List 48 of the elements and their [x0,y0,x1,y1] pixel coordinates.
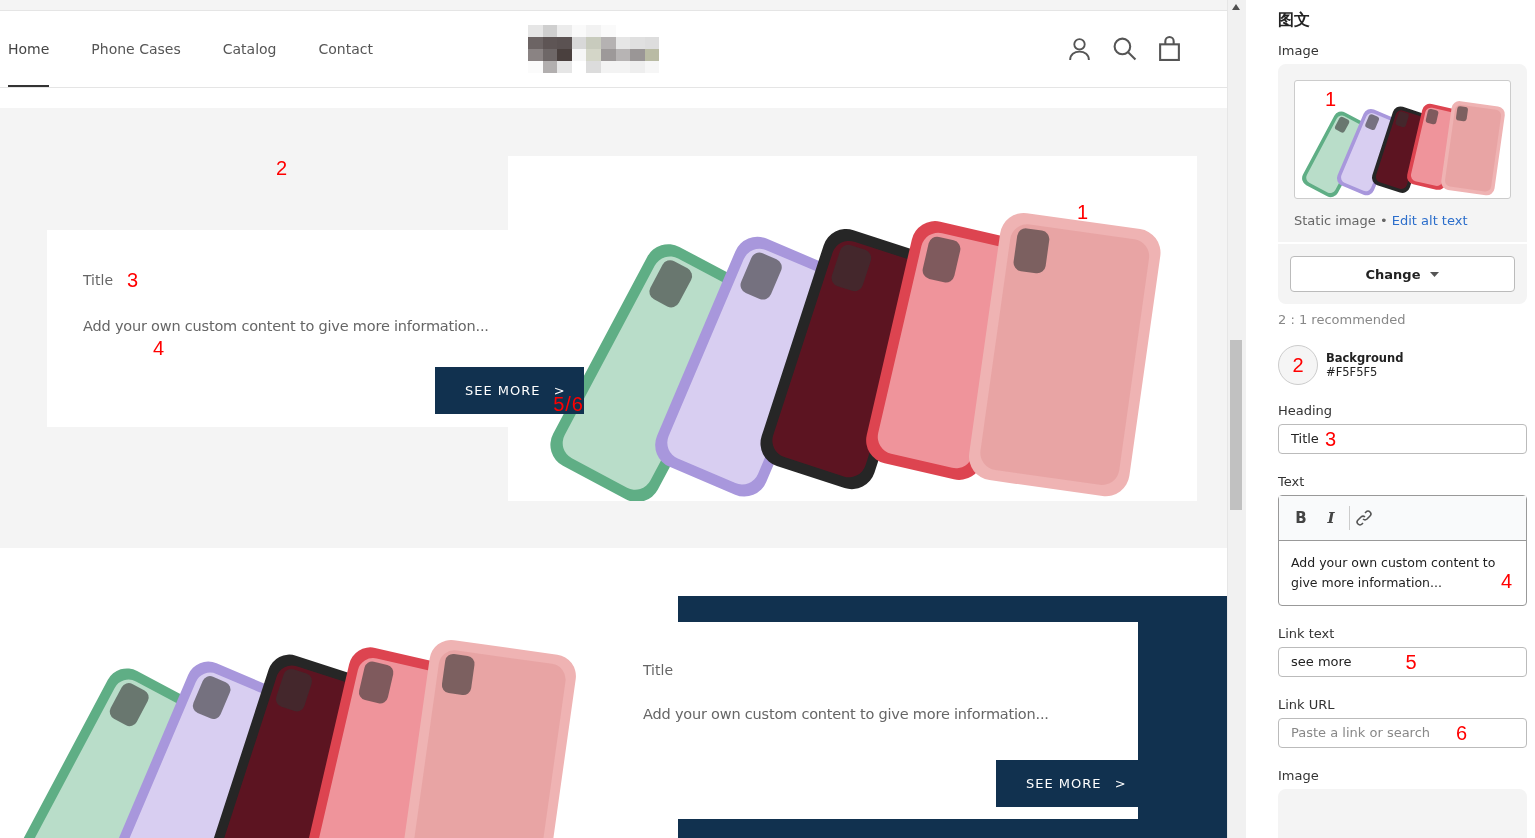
bold-button[interactable]: B [1289,504,1313,531]
color-swatch[interactable]: 2 [1278,345,1318,385]
nav-link[interactable]: Home [8,10,50,87]
field-label: Link URL [1278,696,1336,712]
account-icon[interactable] [1067,36,1092,62]
annotation-number: 3 [1324,428,1336,449]
annotation-number: 3 [127,269,139,290]
nav-link[interactable]: Contact [318,10,373,87]
annotation-number: 5 [1405,650,1417,673]
ratio-note: 2 : 1 recommended [1278,312,1407,327]
field-label: Image [1278,767,1320,783]
link-icon[interactable] [1356,509,1372,526]
annotation-number: 2 [276,157,288,178]
shopping-bag-icon[interactable] [1157,36,1182,62]
field-label: Image [1278,43,1320,58]
italic-button[interactable]: I [1319,504,1343,531]
search-icon[interactable] [1112,36,1137,62]
link-url-field[interactable]: Paste a link or search 6 [1278,717,1527,748]
text-editor[interactable]: B I Add your own custom content to give more information... 4 [1278,494,1527,606]
annotation-number: 4 [153,336,165,359]
section-text: Add your own custom content to give more information... [83,317,490,334]
change-button[interactable]: Change [1290,256,1515,292]
field-label: Link text [1278,625,1336,641]
image-caption: Static image • Edit alt text [1294,213,1469,228]
heading-field[interactable]: Title 3 [1278,424,1527,454]
edit-alt-text-link[interactable]: Edit alt text [1391,213,1468,228]
nav-link[interactable]: Phone Cases [91,10,181,87]
field-label: Background [1326,351,1404,365]
annotation-number: 1 [1325,89,1337,109]
field-label: Heading [1278,403,1334,418]
annotation-number: 2 [1292,355,1304,375]
color-value: #F5F5F5 [1326,365,1379,379]
nav-link[interactable]: Catalog [222,10,277,87]
section-title: Title [643,662,673,678]
see-more-button[interactable]: SEE MORE > [996,760,1138,807]
annotation-number: 1 [1077,201,1089,222]
scroll-up-arrow-icon[interactable] [1232,4,1240,10]
link-text-field[interactable]: see more 5 [1278,646,1527,677]
annotation-number: 4 [1501,570,1513,591]
field-label: Text [1278,473,1306,489]
text-content: Add your own custom content to give more information... [1291,553,1496,592]
scrollbar[interactable] [1227,0,1244,838]
annotation-number: 6 [1456,721,1468,744]
section-text: Add your own custom content to give more information... [643,706,1050,722]
section-title: Title [83,271,113,288]
caret-icon [1430,271,1440,277]
scrollbar-thumb[interactable] [1230,340,1242,510]
panel-title: 图文 [1278,10,1311,31]
